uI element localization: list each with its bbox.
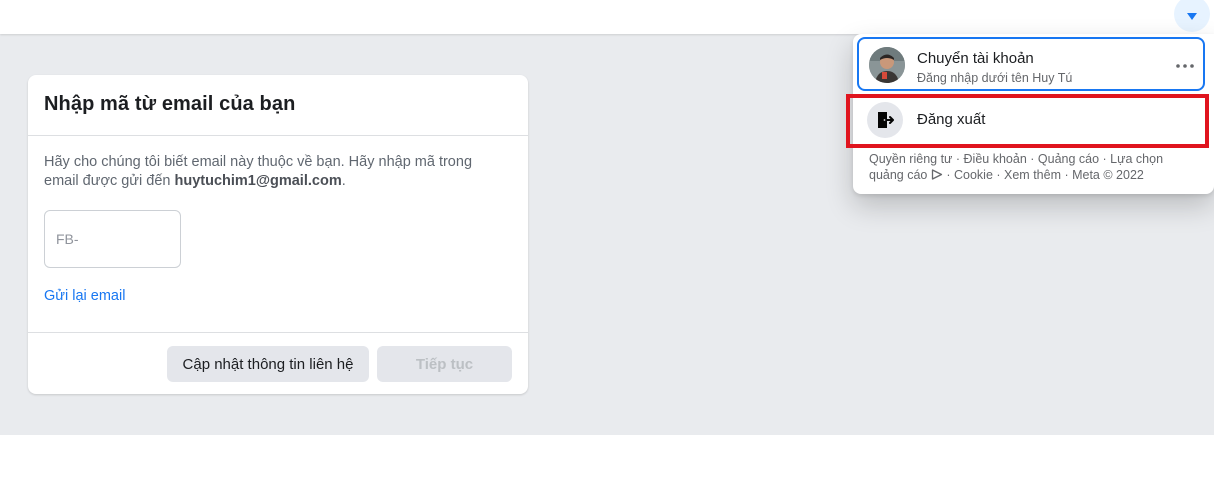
code-input[interactable] (44, 210, 181, 268)
continue-button[interactable]: Tiếp tục (377, 346, 512, 382)
account-menu-button[interactable] (1174, 0, 1210, 32)
footer-links: Quyền riêng tư · Điều khoản · Quảng cáo … (869, 151, 1199, 183)
ads-link[interactable]: Quảng cáo (1038, 152, 1099, 166)
see-more-link[interactable]: Xem thêm (1004, 168, 1061, 182)
logout-menu-item[interactable]: Đăng xuất (857, 98, 1205, 142)
card-description: Hãy cho chúng tôi biết email này thuộc v… (44, 153, 509, 191)
card-title: Nhập mã từ email của bạn (44, 93, 296, 115)
separator: · (992, 168, 1005, 182)
divider (28, 332, 528, 333)
avatar (869, 47, 905, 83)
separator: · (952, 152, 964, 166)
top-navbar (0, 0, 1214, 34)
account-dropdown-menu: Chuyển tài khoản Đăng nhập dưới tên Huy … (853, 34, 1214, 194)
divider (28, 135, 528, 136)
switch-account-title: Chuyển tài khoản (917, 50, 1034, 67)
resend-email-link[interactable]: Gửi lại email (44, 288, 125, 304)
more-options-button[interactable] (1173, 54, 1197, 78)
terms-link[interactable]: Điều khoản (964, 152, 1027, 166)
email-address: huytuchim1@gmail.com (174, 173, 342, 189)
privacy-link[interactable]: Quyền riêng tư (869, 152, 952, 166)
ad-choices-icon (931, 169, 943, 180)
more-dots-icon (1176, 64, 1194, 68)
logout-door-icon (867, 102, 903, 138)
separator: · (942, 168, 954, 182)
cookie-link[interactable]: Cookie (954, 168, 993, 182)
separator: · (1026, 152, 1038, 166)
switch-account-item[interactable]: Chuyển tài khoản Đăng nhập dưới tên Huy … (857, 37, 1205, 91)
description-end: . (341, 173, 346, 189)
separator: · (1060, 168, 1073, 182)
logout-label: Đăng xuất (917, 111, 986, 128)
separator: · (1099, 152, 1111, 166)
email-code-card: Nhập mã từ email của bạn Hãy cho chúng t… (28, 75, 528, 394)
update-contact-button[interactable]: Cập nhật thông tin liên hệ (167, 346, 369, 382)
caret-down-icon (1187, 13, 1197, 20)
switch-account-subtitle: Đăng nhập dưới tên Huy Tú (917, 71, 1073, 85)
copyright: Meta © 2022 (1072, 168, 1144, 182)
